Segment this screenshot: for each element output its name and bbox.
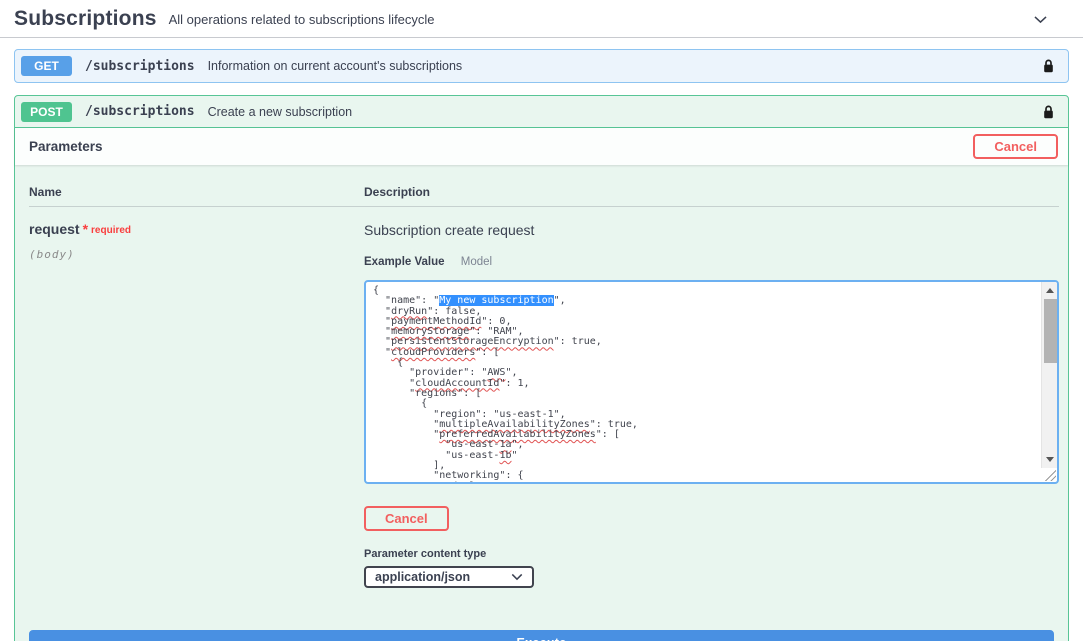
endpoint-path-post: /subscriptions (85, 104, 195, 119)
tab-model[interactable]: Model (461, 256, 492, 268)
param-name-cell: request*required (body) (29, 221, 364, 588)
opblock-summary-post[interactable]: POST /subscriptions Create a new subscri… (15, 96, 1068, 128)
content-type-group: Parameter content type application/json (364, 548, 1059, 588)
endpoint-summary-get: Information on current account's subscri… (208, 59, 463, 73)
parameters-header: Parameters Cancel (15, 128, 1068, 165)
param-description: Subscription create request (364, 222, 1059, 238)
required-badge: required (91, 225, 131, 236)
tab-example-value[interactable]: Example Value (364, 256, 445, 268)
lock-icon[interactable] (1043, 59, 1054, 73)
parameters-title: Parameters (29, 139, 103, 154)
endpoint-path-get: /subscriptions (85, 59, 195, 74)
param-name: request (29, 221, 80, 237)
lock-icon[interactable] (1043, 105, 1054, 119)
method-badge-get: GET (21, 56, 72, 76)
body-editor[interactable]: { "name": "My new subscription", "dryRun… (364, 280, 1059, 484)
execute-button[interactable]: Execute (29, 630, 1054, 641)
execute-section: Execute (15, 630, 1068, 641)
cancel-button-bottom[interactable]: Cancel (364, 506, 449, 531)
param-description-cell: Subscription create request Example Valu… (364, 221, 1059, 588)
editor-scrollbar[interactable] (1041, 282, 1057, 468)
scrollbar-thumb[interactable] (1044, 299, 1057, 363)
model-example-tabs: Example Value Model (364, 256, 1059, 268)
param-row: request*required (body) Subscription cre… (29, 207, 1059, 588)
opblock-get-subscriptions: GET /subscriptions Information on curren… (14, 49, 1069, 83)
param-location: (body) (29, 248, 364, 261)
col-header-name: Name (29, 177, 364, 206)
opblock-post-subscriptions: POST /subscriptions Create a new subscri… (14, 95, 1069, 641)
method-badge-post: POST (21, 102, 72, 122)
swagger-page: { "section": { "title": "Subscriptions",… (0, 0, 1083, 641)
scroll-up-icon[interactable] (1046, 288, 1054, 293)
parameters-table: Name Description request*required (body)… (15, 165, 1068, 588)
scroll-down-icon[interactable] (1046, 457, 1054, 462)
params-table-header: Name Description (29, 177, 1059, 207)
content-type-select[interactable]: application/json (364, 566, 534, 588)
required-star: * (83, 221, 88, 237)
section-title: Subscriptions (14, 7, 157, 31)
tag-section-header[interactable]: Subscriptions All operations related to … (0, 0, 1083, 38)
cancel-button-top[interactable]: Cancel (973, 134, 1058, 159)
body-editor-code[interactable]: { "name": "My new subscription", "dryRun… (366, 282, 1057, 482)
content-type-value: application/json (375, 570, 470, 584)
chevron-down-icon (511, 573, 523, 581)
endpoint-summary-post: Create a new subscription (208, 105, 353, 119)
section-description: All operations related to subscriptions … (169, 12, 435, 27)
content-type-label: Parameter content type (364, 548, 1059, 560)
col-header-description: Description (364, 177, 1059, 206)
chevron-down-icon[interactable] (1032, 11, 1049, 28)
opblock-summary-get[interactable]: GET /subscriptions Information on curren… (15, 50, 1068, 82)
